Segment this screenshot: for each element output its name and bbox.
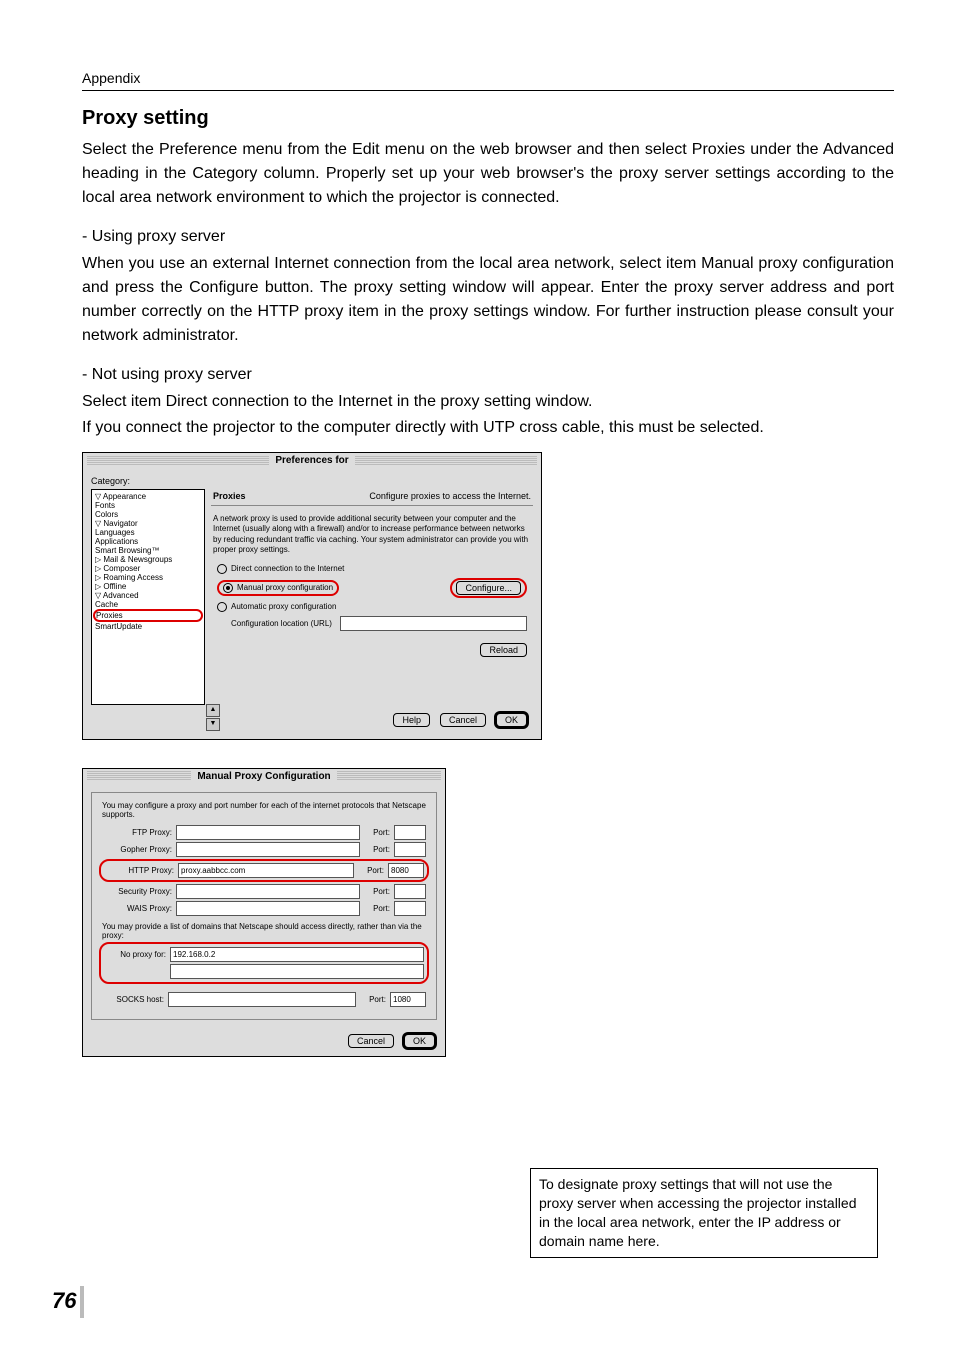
scroll-down-icon[interactable]: ▼ [206,718,220,731]
callout-box: To designate proxy settings that will no… [530,1168,878,1258]
paragraph-notusing-a: Select item Direct connection to the Int… [82,390,894,414]
socks-port-input[interactable]: 1080 [390,992,426,1007]
titlebar-stripes [87,456,269,466]
radio-direct-label: Direct connection to the Internet [231,564,344,573]
panel-description: A network proxy is used to provide addit… [211,506,533,562]
noproxy-input-2[interactable] [170,964,424,979]
gopher-label: Gopher Proxy: [102,845,172,854]
cat-item-proxies[interactable]: Proxies [93,609,203,622]
page-ornament [80,1286,84,1318]
cat-item[interactable]: ▽ Navigator [94,519,202,528]
ftp-port-input[interactable] [394,825,426,840]
radio-direct[interactable] [217,564,227,574]
noproxy-label: No proxy for: [104,950,166,959]
radio-manual[interactable] [223,583,233,593]
paragraph-notusing-b: If you connect the projector to the comp… [82,416,894,440]
cat-item[interactable]: Colors [94,510,202,519]
manual-desc2: You may provide a list of domains that N… [102,922,426,940]
ftp-label: FTP Proxy: [102,828,172,837]
subhead-using: - Using proxy server [82,228,894,246]
manual-proxy-dialog: Manual Proxy Configuration You may confi… [82,768,446,1057]
port-label: Port: [360,995,386,1004]
preferences-titlebar: Preferences for [83,453,541,468]
wais-label: WAIS Proxy: [102,904,172,913]
radio-auto[interactable] [217,602,227,612]
subhead-notusing: - Not using proxy server [82,366,894,384]
radio-auto-label: Automatic proxy configuration [231,602,336,611]
panel-head-left: Proxies [213,491,246,501]
panel-head-right: Configure proxies to access the Internet… [369,491,531,501]
cat-item[interactable]: ▷ Roaming Access [94,573,202,582]
paragraph-intro: Select the Preference menu from the Edit… [82,138,894,210]
cat-item[interactable]: Applications [94,537,202,546]
url-input[interactable] [340,616,527,631]
manual-cancel-button[interactable]: Cancel [348,1034,394,1048]
category-list[interactable]: ▽ Appearance Fonts Colors ▽ Navigator La… [91,489,205,705]
ok-button[interactable]: OK [496,713,527,727]
port-label: Port: [358,866,384,875]
titlebar-stripes [337,771,441,781]
http-label: HTTP Proxy: [104,866,174,875]
running-header: Appendix [82,70,894,91]
wais-port-input[interactable] [394,901,426,916]
http-port-input[interactable]: 8080 [388,863,424,878]
port-label: Port: [364,845,390,854]
security-port-input[interactable] [394,884,426,899]
cancel-button[interactable]: Cancel [440,713,486,727]
gopher-port-input[interactable] [394,842,426,857]
cat-item[interactable]: ▷ Composer [94,564,202,573]
cat-item[interactable]: Cache [94,600,202,609]
configure-button[interactable]: Configure... [456,581,521,595]
highlight-manual: Manual proxy configuration [217,580,339,596]
preferences-title: Preferences for [269,455,354,466]
security-label: Security Proxy: [102,887,172,896]
preferences-dialog: Preferences for Category: ▽ Appearance F… [82,452,542,740]
manual-ok-button[interactable]: OK [404,1034,435,1048]
port-label: Port: [364,828,390,837]
section-title: Proxy setting [82,107,894,130]
wais-host-input[interactable] [176,901,360,916]
titlebar-stripes [355,456,537,466]
port-label: Port: [364,904,390,913]
cat-item[interactable]: Languages [94,528,202,537]
gopher-host-input[interactable] [176,842,360,857]
url-label: Configuration location (URL) [231,619,332,628]
help-button[interactable]: Help [393,713,430,727]
cat-item[interactable]: Fonts [94,501,202,510]
manual-desc1: You may configure a proxy and port numbe… [102,801,426,819]
port-label: Port: [364,887,390,896]
cat-item[interactable]: SmartUpdate [94,622,202,631]
radio-manual-label: Manual proxy configuration [237,583,333,592]
paragraph-using: When you use an external Internet connec… [82,252,894,348]
page-number: 76 [52,1288,76,1314]
scroll-up-icon[interactable]: ▲ [206,704,220,717]
security-host-input[interactable] [176,884,360,899]
reload-button[interactable]: Reload [480,643,527,657]
ftp-host-input[interactable] [176,825,360,840]
socks-host-input[interactable] [168,992,356,1007]
highlight-configure: Configure... [450,578,527,598]
cat-item[interactable]: ▽ Appearance [94,492,202,501]
cat-item[interactable]: ▷ Offline [94,582,202,591]
titlebar-stripes [87,771,191,781]
socks-label: SOCKS host: [102,995,164,1004]
cat-item[interactable]: ▽ Advanced [94,591,202,600]
manual-proxy-titlebar: Manual Proxy Configuration [83,769,445,784]
manual-proxy-title: Manual Proxy Configuration [191,771,336,782]
category-label: Category: [91,476,533,486]
cat-item[interactable]: ▷ Mail & Newsgroups [94,555,202,564]
cat-item[interactable]: Smart Browsing™ [94,546,202,555]
http-host-input[interactable]: proxy.aabbcc.com [178,863,354,878]
noproxy-input[interactable]: 192.168.0.2 [170,947,424,962]
